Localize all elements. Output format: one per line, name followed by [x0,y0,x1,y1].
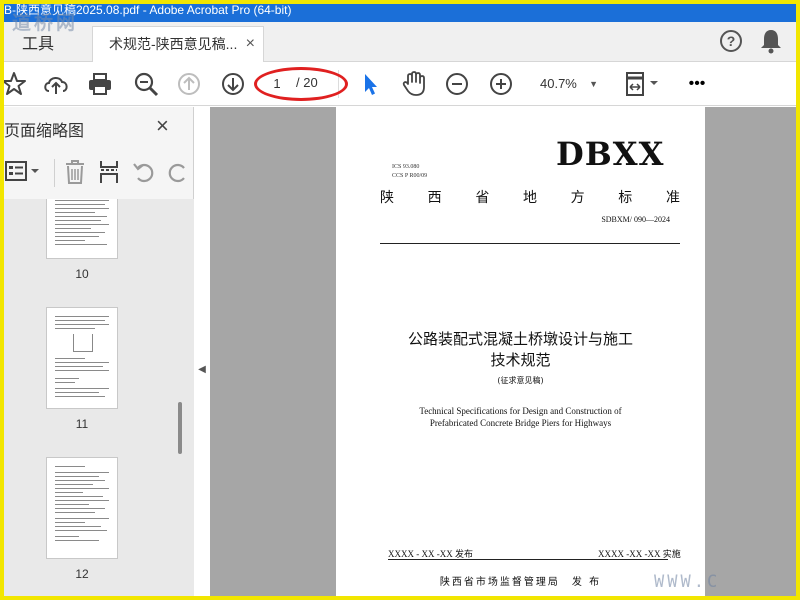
scrollbar-thumb[interactable] [178,402,182,454]
document-page[interactable]: ICS 93.080 CCS P R00/09 DBXX 陕 西 省 地 方 标… [336,107,705,600]
options-menu-icon[interactable] [4,159,42,190]
issuing-authority: 陕西省市场监督管理局 发 布 [439,577,602,588]
page-fit-icon[interactable] [622,70,662,98]
select-cursor-icon[interactable] [356,70,384,98]
title-en-line-2: Prefabricated Concrete Bridge Piers for … [429,418,612,428]
document-title-cn: 公路装配式混凝土桥墩设计与施工 技术规范 [336,329,705,371]
pane-toolbar [0,153,194,193]
thumbnail-page-10[interactable] [46,199,118,259]
heading-char: 方 [570,190,585,206]
heading-char: 陕 [380,190,394,206]
insert-page-icon[interactable] [98,159,120,190]
chevron-down-icon: ▼ [589,79,598,89]
tab-document[interactable]: 术规范-陕西意见稿... × [92,26,264,62]
rotate-clockwise-icon[interactable] [166,159,188,190]
more-tools-icon[interactable]: ••• [682,70,712,98]
ccs-code: CCS P R00/09 [392,173,428,179]
heading-char: 地 [522,190,537,206]
title-cn-line-1: 公路装配式混凝土桥墩设计与施工 [407,330,633,348]
thumbnail-scrollbar[interactable] [176,199,186,600]
heading-char: 准 [665,190,680,206]
bookmark-star-icon[interactable] [0,70,28,98]
site-watermark: 道桥网 [12,12,79,34]
thumbnail-page-11[interactable] [46,307,118,409]
close-tab-icon[interactable]: × [246,27,255,61]
heading-char: 标 [618,190,633,206]
header-rule [380,243,680,244]
corner-watermark: WWW.C [654,572,721,592]
print-icon[interactable] [86,70,114,98]
title-cn-line-2: 技术规范 [490,351,551,369]
thumbnail-page-12[interactable] [46,457,118,559]
thumbnail-pane: 页面缩略图 × 10 11 12 [0,107,194,600]
thumbnail-page-number: 11 [75,417,89,431]
window-title-bar: B-陕西意见稿2025.08.pdf - Adobe Acrobat Pro (… [0,0,800,22]
total-pages: / 20 [296,75,318,90]
draft-note: (征求意见稿) [497,376,544,385]
bell-icon[interactable] [760,28,782,54]
zoom-level-select[interactable]: 40.7% ▼ [532,72,604,96]
help-icon[interactable]: ? [720,30,742,52]
zoom-out-icon[interactable] [443,70,471,98]
zoom-in-icon[interactable] [487,70,515,98]
classification-codes: ICS 93.080 CCS P R00/09 [392,163,427,181]
thumbnail-page-number: 10 [75,267,89,281]
previous-page-icon[interactable] [175,70,203,98]
footer-rule [388,559,668,560]
close-pane-icon[interactable]: × [156,113,169,139]
standard-type-heading: 陕 西 省 地 方 标 准 [380,187,680,207]
pane-title: 页面缩略图 [4,123,85,140]
zoom-out-search-icon[interactable] [132,70,160,98]
heading-char: 西 [427,190,442,206]
heading-char: 省 [475,190,490,206]
collapse-pane-handle-icon[interactable]: ◀ [196,360,208,380]
pane-separator [54,159,55,187]
ics-code: ICS 93.080 [392,164,420,170]
tab-bar: 工具 术规范-陕西意见稿... × ? [0,22,800,62]
cloud-upload-icon[interactable] [42,70,70,98]
title-en-line-1: Technical Specifications for Design and … [419,406,622,416]
toolbar-separator [338,70,339,98]
main-toolbar: / 20 40.7% ▼ ••• [0,62,800,151]
thumbnail-page-number: 12 [75,567,89,581]
delete-page-icon[interactable] [64,159,86,190]
rotate-counterclockwise-icon[interactable] [132,159,156,190]
page-navigator: / 20 [262,72,332,94]
next-page-icon[interactable] [219,70,247,98]
standard-code: SDBXM/ 090—2024 [601,215,670,224]
standard-badge: DBXX [556,135,665,173]
hand-tool-icon[interactable] [400,70,428,98]
thumbnail-list: 10 11 12 [0,199,194,600]
current-page-input[interactable] [262,72,292,94]
document-title-en: Technical Specifications for Design and … [336,405,705,429]
zoom-level-value: 40.7% [540,76,577,91]
tab-document-label: 术规范-陕西意见稿... [109,36,238,52]
